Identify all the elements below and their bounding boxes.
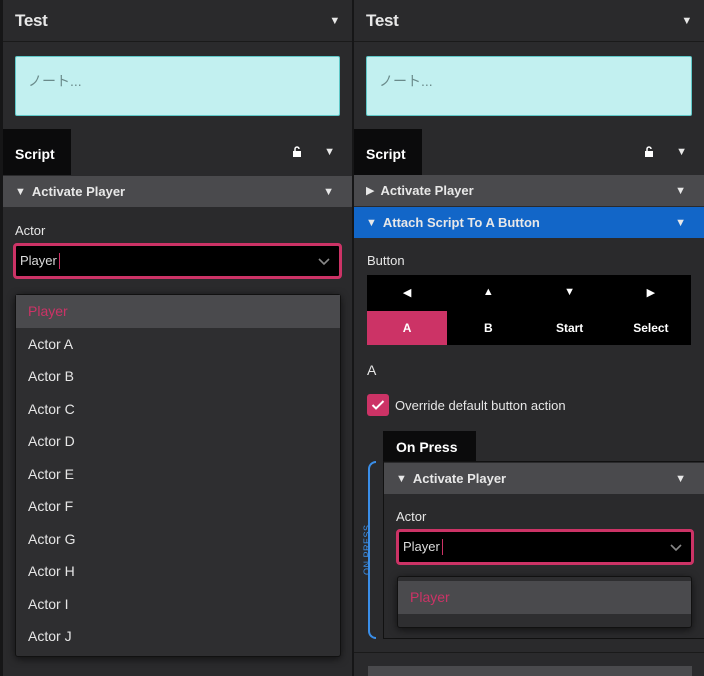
actor-label: Actor	[396, 509, 427, 524]
text-cursor	[58, 253, 60, 270]
button-label: Button	[367, 253, 405, 268]
dropdown-option[interactable]: Actor G	[16, 523, 340, 556]
tab-script[interactable]: Script	[354, 129, 422, 175]
dropdown-option[interactable]: Actor E	[16, 458, 340, 491]
dropdown-option[interactable]: Player	[398, 581, 691, 614]
triangle-down-icon[interactable]: ▼	[323, 186, 334, 198]
dropdown-option[interactable]: Actor D	[16, 425, 340, 458]
text-cursor	[441, 539, 443, 556]
triangle-down-icon[interactable]: ▼	[675, 185, 686, 197]
chevron-down-icon	[670, 544, 682, 552]
selected-button-name: A	[367, 362, 377, 378]
dropdown-option[interactable]: Actor C	[16, 393, 340, 426]
triangle-down-icon: ▼	[396, 472, 407, 485]
arrow-left-icon[interactable]: ◀	[367, 275, 448, 310]
script-tab-row: Script ▼	[3, 129, 352, 175]
tab-on-press[interactable]: On Press	[383, 431, 476, 462]
triangle-down-icon[interactable]: ▼	[329, 15, 340, 27]
actor-select-value: Player	[20, 252, 57, 268]
button-start[interactable]: Start	[529, 310, 610, 345]
dropdown-option[interactable]: Actor A	[16, 328, 340, 361]
panel-title: Test	[366, 10, 399, 30]
arrow-up-icon[interactable]: ▲	[448, 275, 529, 310]
button-selector-grid: ◀ ▲ ▼ ▶ A B Start Select	[367, 275, 691, 345]
on-press-script-panel: ▼ Activate Player ▼ Actor Player Player	[383, 461, 704, 639]
arrow-down-icon[interactable]: ▼	[529, 275, 610, 310]
actor-dropdown-list: Player	[397, 576, 692, 628]
dropdown-option[interactable]: Actor B	[16, 360, 340, 393]
arrow-right-icon[interactable]: ▶	[610, 275, 691, 310]
actor-select[interactable]: Player	[13, 243, 342, 279]
note-field[interactable]: ノート...	[366, 56, 692, 116]
lock-icon[interactable]	[292, 146, 302, 157]
dropdown-option[interactable]: Actor I	[16, 588, 340, 621]
triangle-down-icon: ▼	[366, 216, 377, 229]
panel-header[interactable]: Test ▼	[3, 0, 352, 42]
script-tab-row: Script ▼	[354, 129, 704, 175]
panel-title: Test	[15, 10, 48, 30]
button-b[interactable]: B	[448, 310, 529, 345]
dropdown-option[interactable]: Actor J	[16, 620, 340, 653]
override-checkbox[interactable]	[367, 394, 389, 416]
actor-dropdown-list: Player Actor A Actor B Actor C Actor D A…	[15, 294, 341, 657]
actor-select-value: Player	[403, 538, 440, 554]
triangle-down-icon: ▼	[15, 185, 26, 198]
checkmark-icon	[371, 400, 385, 410]
dropdown-option[interactable]: Player	[16, 295, 340, 328]
actor-label: Actor	[15, 223, 46, 238]
divider	[354, 652, 704, 653]
left-editor-panel: Test ▼ ノート... Script ▼ ▼ Activate Player …	[3, 0, 352, 676]
override-label[interactable]: Override default button action	[395, 398, 566, 413]
lock-icon[interactable]	[644, 146, 654, 157]
section-title: Activate Player	[31, 184, 126, 199]
section-title: Activate Player	[380, 183, 474, 198]
actor-select[interactable]: Player	[396, 529, 694, 565]
button-a[interactable]: A	[367, 310, 448, 345]
section-header-activate-player[interactable]: ▶ Activate Player ▼	[354, 175, 704, 206]
triangle-down-icon[interactable]: ▼	[324, 146, 335, 158]
dropdown-option[interactable]: Actor H	[16, 555, 340, 588]
section-header-activate-player[interactable]: ▼ Activate Player ▼	[3, 176, 352, 207]
chevron-down-icon	[318, 258, 330, 266]
triangle-right-icon: ▶	[366, 185, 375, 197]
right-editor-panel: Test ▼ ノート... Script ▼ ▶ Activate Player …	[354, 0, 704, 676]
next-section-header[interactable]	[368, 666, 692, 676]
tab-script[interactable]: Script	[3, 129, 71, 175]
section-title: Attach Script To A Button	[382, 215, 540, 230]
triangle-down-icon[interactable]: ▼	[675, 473, 686, 485]
triangle-down-icon[interactable]: ▼	[681, 15, 692, 27]
triangle-down-icon[interactable]: ▼	[675, 217, 686, 229]
dropdown-option[interactable]: Actor F	[16, 490, 340, 523]
section-header-activate-player[interactable]: ▼ Activate Player ▼	[384, 463, 704, 494]
note-field[interactable]: ノート...	[15, 56, 340, 116]
button-select[interactable]: Select	[610, 310, 691, 345]
on-press-vertical-label: ON PRESS	[362, 524, 372, 575]
panel-header[interactable]: Test ▼	[354, 0, 704, 42]
section-title: Activate Player	[412, 471, 507, 486]
triangle-down-icon[interactable]: ▼	[676, 146, 687, 158]
section-header-attach-script[interactable]: ▼ Attach Script To A Button ▼	[354, 207, 704, 238]
